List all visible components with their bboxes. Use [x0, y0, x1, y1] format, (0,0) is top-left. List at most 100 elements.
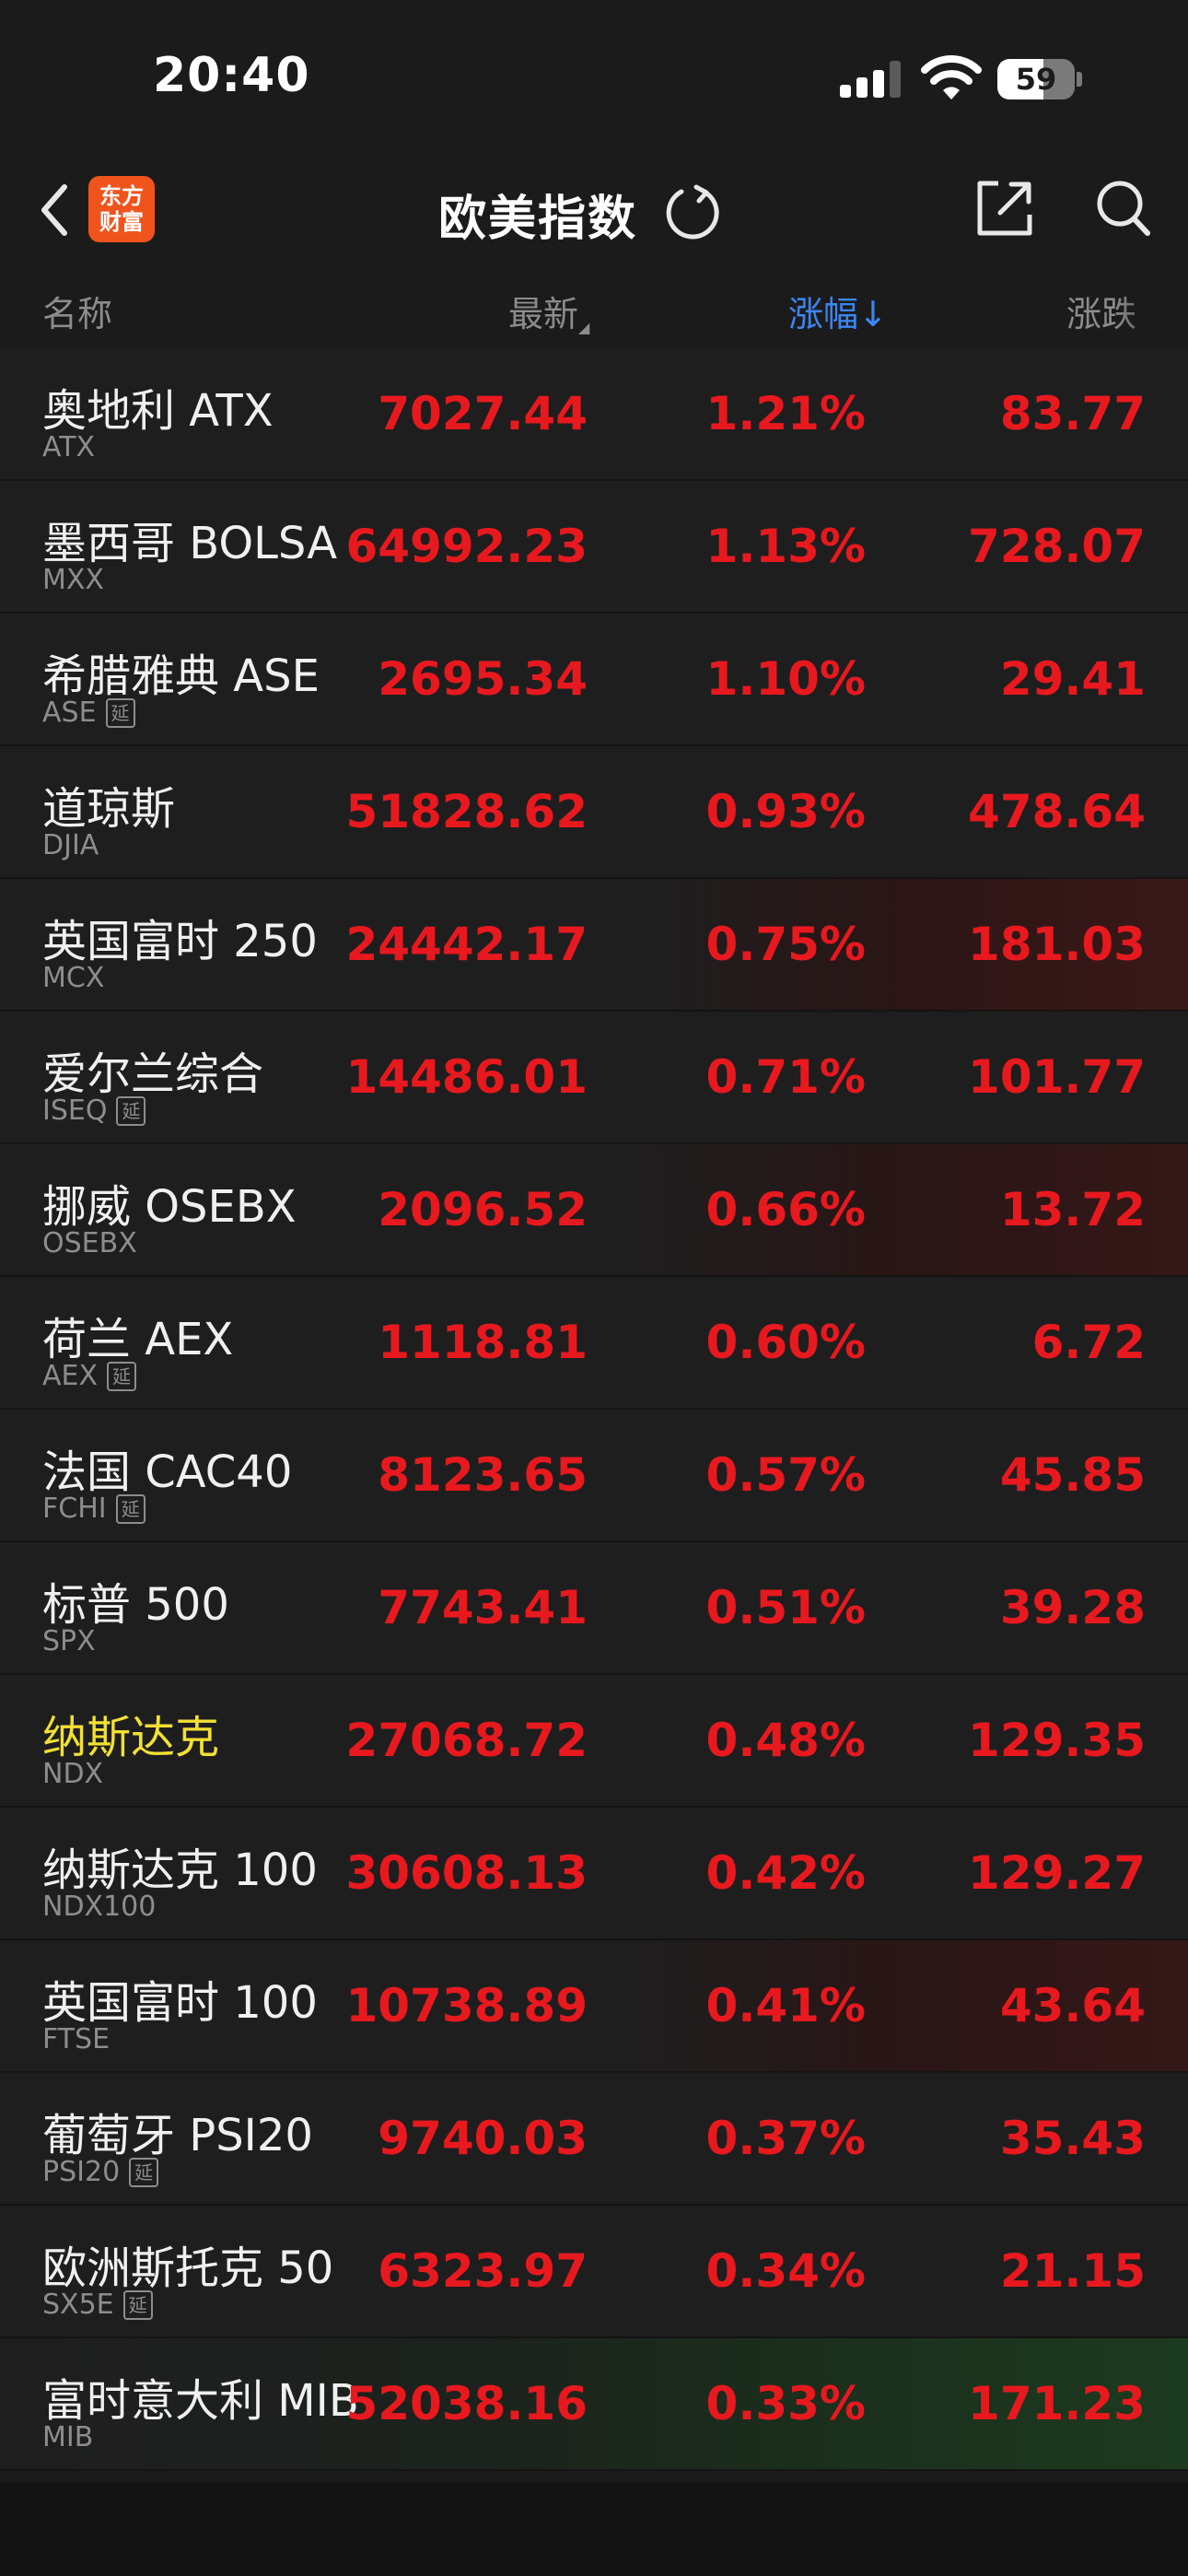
- table-row[interactable]: 富时意大利 MIB MIB 52038.16 0.33% 171.23: [0, 2338, 1188, 2471]
- index-code: FCHI 延: [42, 1493, 146, 1525]
- index-name: 纳斯达克 100: [42, 1844, 318, 1896]
- index-code: ISEQ 延: [42, 1095, 146, 1127]
- index-name: 墨西哥 BOLSA: [42, 518, 338, 569]
- table-row[interactable]: 标普 500 SPX 7743.41 0.51% 39.28: [0, 1542, 1188, 1675]
- latest-price: 64992.23: [345, 520, 588, 573]
- index-code: PSI20 延: [42, 2156, 159, 2188]
- index-list: 奥地利 ATX ATX 7027.44 1.21% 83.77 墨西哥 BOLS…: [0, 348, 1188, 2471]
- index-name: 挪威 OSEBX: [42, 1181, 297, 1233]
- change-value: 29.41: [999, 652, 1146, 706]
- table-row[interactable]: 欧洲斯托克 50 SX5E 延 6323.97 0.34% 21.15: [0, 2206, 1188, 2338]
- latest-price: 8123.65: [378, 1448, 588, 1502]
- index-name: 法国 CAC40: [42, 1446, 293, 1498]
- table-row[interactable]: 葡萄牙 PSI20 PSI20 延 9740.03 0.37% 35.43: [0, 2073, 1188, 2206]
- latest-price: 24442.17: [345, 918, 588, 971]
- table-row[interactable]: 纳斯达克 NDX 27068.72 0.48% 129.35: [0, 1675, 1188, 1808]
- logo-line2: 财富: [99, 209, 144, 235]
- table-row[interactable]: 荷兰 AEX AEX 延 1118.81 0.60% 6.72: [0, 1277, 1188, 1410]
- column-latest[interactable]: 最新◢: [508, 286, 589, 336]
- app-logo[interactable]: 东方 财富: [88, 176, 155, 242]
- pct-change: 0.33%: [705, 2377, 866, 2430]
- column-latest-label: 最新: [508, 294, 579, 334]
- pct-change: 0.71%: [705, 1050, 866, 1104]
- table-row[interactable]: 挪威 OSEBX OSEBX 2096.52 0.66% 13.72: [0, 1144, 1188, 1277]
- battery-level: 59: [1015, 62, 1057, 97]
- change-value: 13.72: [999, 1183, 1146, 1236]
- sort-triangle-icon: ◢: [578, 319, 590, 336]
- column-change[interactable]: 涨跌: [1066, 286, 1188, 336]
- battery-icon: 59: [997, 59, 1082, 100]
- latest-price: 9740.03: [378, 2112, 588, 2165]
- table-row[interactable]: 英国富时 250 MCX 24442.17 0.75% 181.03: [0, 879, 1188, 1012]
- pct-change: 0.66%: [705, 1183, 866, 1236]
- column-pct-change[interactable]: 涨幅↓: [788, 286, 888, 336]
- index-code: FTSE: [42, 2023, 111, 2055]
- change-value: 129.27: [968, 1846, 1146, 1900]
- index-code: MIB: [42, 2421, 94, 2453]
- pct-change: 0.34%: [705, 2244, 866, 2298]
- table-row[interactable]: 墨西哥 BOLSA MXX 64992.23 1.13% 728.07: [0, 481, 1188, 614]
- change-value: 83.77: [999, 387, 1146, 440]
- latest-price: 6323.97: [378, 2244, 588, 2298]
- column-name[interactable]: 名称: [42, 286, 112, 336]
- back-icon[interactable]: [35, 178, 76, 242]
- column-header: 名称 最新◢ 涨幅↓ 涨跌: [0, 276, 1188, 341]
- index-code: OSEBX: [42, 1227, 137, 1259]
- index-name: 标普 500: [42, 1579, 229, 1631]
- index-name: 奥地利 ATX: [42, 385, 274, 437]
- pct-change: 0.60%: [705, 1316, 866, 1369]
- index-name: 富时意大利 MIB: [42, 2375, 359, 2427]
- table-row[interactable]: 法国 CAC40 FCHI 延 8123.65 0.57% 45.85: [0, 1410, 1188, 1542]
- latest-price: 51828.62: [345, 785, 588, 838]
- index-code: SX5E 延: [42, 2289, 153, 2321]
- latest-price: 2695.34: [378, 652, 588, 706]
- delayed-badge: 延: [122, 2290, 153, 2320]
- change-value: 6.72: [1031, 1316, 1146, 1369]
- page-title: 欧美指数: [438, 192, 638, 247]
- latest-price: 2096.52: [378, 1183, 588, 1236]
- change-value: 43.64: [999, 1979, 1146, 2032]
- delayed-badge: 延: [107, 1362, 137, 1391]
- table-row[interactable]: 奥地利 ATX ATX 7027.44 1.21% 83.77: [0, 348, 1188, 481]
- latest-price: 10738.89: [345, 1979, 588, 2032]
- wifi-icon: [921, 55, 982, 100]
- pct-change: 0.93%: [705, 785, 866, 838]
- table-row[interactable]: 英国富时 100 FTSE 10738.89 0.41% 43.64: [0, 1940, 1188, 2073]
- delayed-badge: 延: [116, 1096, 146, 1126]
- share-icon[interactable]: [974, 178, 1035, 239]
- status-time: 20:40: [153, 48, 310, 103]
- index-code: AEX 延: [42, 1360, 137, 1392]
- search-icon[interactable]: [1094, 178, 1153, 239]
- table-row[interactable]: 纳斯达克 100 NDX100 30608.13 0.42% 129.27: [0, 1808, 1188, 1940]
- index-code: SPX: [42, 1625, 96, 1657]
- change-value: 478.64: [968, 785, 1146, 838]
- status-bar: 20:40 59: [0, 0, 1188, 157]
- table-row[interactable]: 道琼斯 DJIA 51828.62 0.93% 478.64: [0, 746, 1188, 879]
- index-code: ASE 延: [42, 697, 135, 729]
- delayed-badge: 延: [129, 2158, 159, 2187]
- index-name: 英国富时 250: [42, 916, 318, 967]
- index-code: ATX: [42, 431, 96, 463]
- pct-change: 0.42%: [705, 1846, 866, 1900]
- latest-price: 52038.16: [345, 2377, 588, 2430]
- delayed-badge: 延: [115, 1494, 146, 1524]
- index-code: NDX100: [42, 1891, 157, 1923]
- bottom-bar: [0, 2482, 1188, 2576]
- index-name: 纳斯达克: [42, 1712, 220, 1763]
- table-row[interactable]: 希腊雅典 ASE ASE 延 2695.34 1.10% 29.41: [0, 614, 1188, 746]
- pct-change: 0.48%: [705, 1714, 866, 1767]
- table-row[interactable]: 爱尔兰综合 ISEQ 延 14486.01 0.71% 101.77: [0, 1012, 1188, 1144]
- latest-price: 7743.41: [378, 1581, 588, 1634]
- change-value: 45.85: [999, 1448, 1146, 1502]
- change-value: 101.77: [968, 1050, 1146, 1104]
- cellular-signal-icon: [840, 61, 903, 98]
- index-name: 荷兰 AEX: [42, 1314, 234, 1365]
- latest-price: 7027.44: [378, 387, 588, 440]
- logo-line1: 东方: [99, 183, 144, 209]
- change-value: 171.23: [968, 2377, 1146, 2430]
- index-name: 爱尔兰综合: [42, 1048, 264, 1100]
- refresh-icon[interactable]: [663, 181, 722, 240]
- change-value: 35.43: [999, 2112, 1146, 2165]
- change-value: 181.03: [968, 918, 1146, 971]
- pct-change: 1.10%: [705, 652, 866, 706]
